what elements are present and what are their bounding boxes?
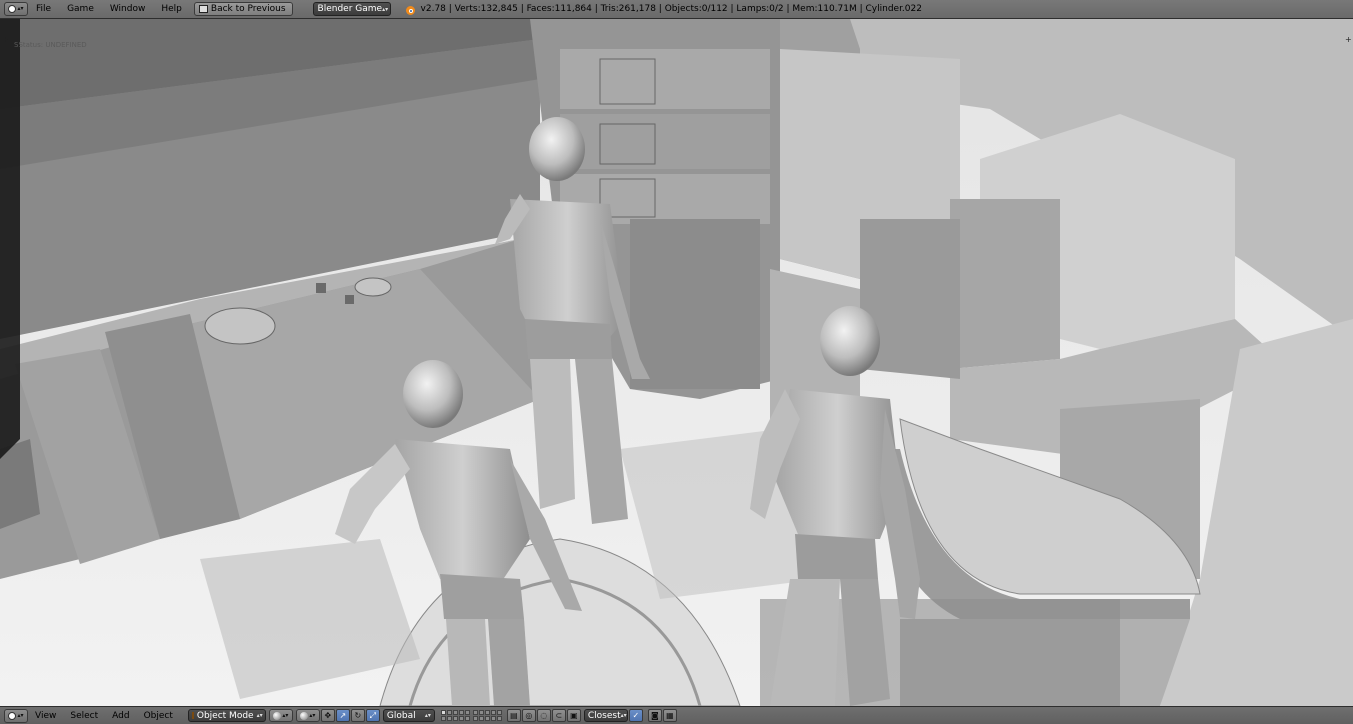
editor-type-button[interactable]: ▴▾ [4,708,28,723]
falloff-icon[interactable]: ◌ [536,709,551,722]
layer-button[interactable] [484,716,490,721]
layer-button[interactable] [464,710,470,715]
3d-view-header: ▴▾ View Select Add Object Object Mode ▴▾… [0,706,1353,724]
3d-view-editor-icon [8,711,17,720]
layer-button[interactable] [452,710,458,715]
back-to-previous-button[interactable]: Back to Previous [193,2,293,16]
menu-add[interactable]: Add [105,711,136,721]
3d-viewport[interactable]: SStatus: UNDEFINED + + [0,19,1353,706]
menu-file[interactable]: File [28,4,59,14]
layer-button[interactable] [452,716,458,721]
layer-button[interactable] [490,716,496,721]
pivot-point-button[interactable]: ▴▾ [295,709,320,722]
menu-window[interactable]: Window [102,4,154,14]
chevron-updown-icon: ▴▾ [17,5,24,12]
layer-grid-1[interactable] [440,710,470,721]
layer-button[interactable] [458,710,464,715]
lock-layers-icon[interactable]: ▤ [506,709,521,722]
screen-back-icon [198,5,208,13]
menu-view[interactable]: View [28,711,63,721]
render-animation-icon[interactable]: ▦ [662,709,677,722]
scene-statistics: v2.78 | Verts:132,845 | Faces:111,864 | … [420,4,922,14]
render-engine-value: Blender Game [317,4,383,14]
editor-type-button[interactable]: ▴▾ [4,2,28,16]
layer-button[interactable] [440,716,446,721]
manipulator-toggle-button[interactable]: ✥ [320,709,335,722]
info-header: ▴▾ File Game Window Help Back to Previou… [0,0,1353,19]
back-to-previous-label: Back to Previous [210,4,286,14]
menu-object[interactable]: Object [137,711,180,721]
transform-orientation-value: Global [386,710,416,721]
render-engine-select[interactable]: Blender Game ▴▾ [312,2,391,16]
snap-element-icon[interactable]: ▣ [566,709,581,722]
align-rotation-icon[interactable]: ✓ [628,709,643,722]
interaction-mode-value: Object Mode [196,710,254,721]
layer-button[interactable] [490,710,496,715]
layer-button[interactable] [464,716,470,721]
layer-button[interactable] [446,716,452,721]
transform-orientation-select[interactable]: Global ▴▾ [382,709,435,722]
chevron-updown-icon: ▴▾ [620,712,627,719]
region-expand-left-icon[interactable]: + [2,36,9,44]
proportional-edit-icon[interactable]: ◎ [521,709,536,722]
layer-button[interactable] [484,710,490,715]
game-status-text: SStatus: UNDEFINED [14,41,87,49]
layer-button[interactable] [496,710,502,715]
menu-select[interactable]: Select [63,711,105,721]
menu-game[interactable]: Game [59,4,102,14]
scale-manipulator-button[interactable]: ⤢ [365,709,380,722]
layer-button[interactable] [472,710,478,715]
pivot-icon [300,711,309,720]
render-camera-icon[interactable]: ◙ [647,709,662,722]
object-mode-icon [191,712,194,719]
viewport-shading-button[interactable]: ▴▾ [268,709,293,722]
layer-button[interactable] [446,710,452,715]
translate-manipulator-button[interactable]: ↗ [335,709,350,722]
snap-toggle-icon[interactable]: ⊂ [551,709,566,722]
rotate-manipulator-button[interactable]: ↻ [350,709,365,722]
layer-grid-2[interactable] [472,710,502,721]
snap-target-value: Closest [587,710,621,721]
snap-target-select[interactable]: Closest ▴▾ [583,709,628,722]
interaction-mode-select[interactable]: Object Mode ▴▾ [187,709,266,722]
info-editor-icon [8,5,17,13]
menu-help[interactable]: Help [153,4,190,14]
layer-button[interactable] [472,716,478,721]
layer-button[interactable] [478,710,484,715]
chevron-updown-icon: ▴▾ [282,712,289,719]
blender-logo-icon [405,4,416,15]
chevron-updown-icon: ▴▾ [256,712,263,719]
viewport-scene [0,19,1353,706]
shading-sphere-icon [273,711,282,720]
layer-button[interactable] [496,716,502,721]
region-expand-right-icon[interactable]: + [1345,36,1352,44]
chevron-updown-icon: ▴▾ [424,712,431,719]
layer-button[interactable] [458,716,464,721]
chevron-updown-icon: ▴▾ [382,5,389,13]
chevron-updown-icon: ▴▾ [309,712,316,719]
layer-button[interactable] [478,716,484,721]
chevron-updown-icon: ▴▾ [17,711,24,719]
layer-button[interactable] [440,710,446,715]
